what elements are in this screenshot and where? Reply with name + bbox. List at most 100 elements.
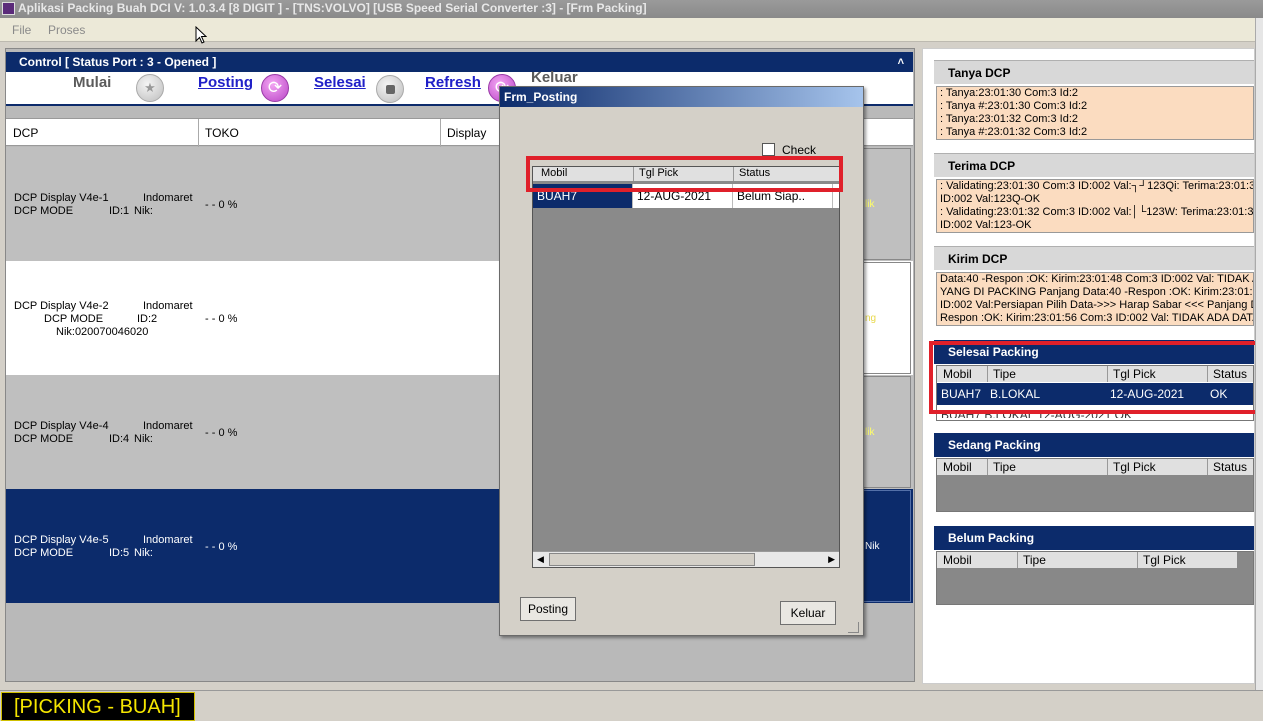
col-separator — [1207, 459, 1208, 475]
col-tipe: Tipe — [993, 460, 1016, 474]
col-separator — [1107, 459, 1108, 475]
dcp-right-text: lik — [865, 199, 875, 210]
dcp-nik: Nik: — [134, 433, 153, 445]
app-icon — [2, 2, 15, 15]
tanya-header: Tanya DCP — [934, 60, 1254, 84]
check-checkbox[interactable] — [762, 143, 775, 156]
grid-header: Mobil Tipe Tgl Pick — [937, 552, 1237, 568]
menu-file[interactable]: File — [12, 23, 31, 37]
log-line: : Tanya #:23:01:32 Com:3 Id:2 — [940, 126, 1088, 138]
sedang-packing-header: Sedang Packing — [934, 433, 1254, 457]
scroll-left-icon[interactable]: ◀ — [537, 554, 544, 565]
collapse-icon[interactable]: ˄ — [898, 52, 904, 72]
mouse-cursor-icon — [195, 26, 207, 44]
dcp-store: Indomaret — [143, 534, 193, 546]
stop-icon[interactable] — [376, 75, 404, 103]
dcp-display-cell: ng — [863, 262, 911, 374]
log-line: ID:002 Val:123Q-OK — [940, 193, 1041, 205]
col-tgl-pick: Tgl Pick — [1143, 553, 1186, 567]
dcp-progress: - - 0 % — [205, 313, 238, 325]
star-icon[interactable]: ★ — [136, 74, 164, 102]
control-header: Control [ Status Port : 3 - Opened ] ˄ — [6, 52, 913, 72]
dcp-right-text: ng — [865, 313, 877, 324]
dcp-progress: - - 0 % — [205, 541, 238, 553]
window-title-bar: Aplikasi Packing Buah DCI V: 1.0.3.4 [8 … — [0, 0, 1263, 18]
col-separator — [1137, 552, 1138, 568]
resize-grip-icon[interactable] — [848, 622, 859, 633]
kirim-log: Data:40 -Respon :OK: Kirim:23:01:48 Com:… — [936, 272, 1254, 326]
dcp-right-text: Nik — [865, 541, 880, 552]
col-separator — [440, 119, 441, 147]
log-line: : Tanya #:23:01:30 Com:3 Id:2 — [940, 100, 1088, 112]
belum-packing-grid: Mobil Tipe Tgl Pick — [936, 551, 1254, 605]
dcp-right-text: lik — [865, 427, 875, 438]
scroll-right-icon[interactable]: ▶ — [828, 554, 835, 565]
dcp-store: Indomaret — [143, 192, 193, 204]
log-line: : Validating:23:01:32 Com:3 ID:002 Val:│… — [940, 206, 1254, 218]
dcp-store: Indomaret — [143, 300, 193, 312]
dcp-name: DCP Display V4e-4 — [14, 420, 109, 432]
keluar-button[interactable]: Keluar — [531, 69, 578, 86]
dcp-mode: DCP MODE — [14, 205, 74, 217]
mulai-button[interactable]: Mulai — [73, 74, 111, 91]
log-line: YANG DI PACKING Panjang Data:40 -Respon … — [940, 286, 1254, 298]
dcp-mode: DCP MODE — [14, 547, 74, 559]
window-title: Aplikasi Packing Buah DCI V: 1.0.3.4 [8 … — [18, 1, 647, 15]
keluar-dialog-button[interactable]: Keluar — [780, 601, 836, 625]
dcp-mode: DCP MODE — [44, 313, 104, 325]
sedang-packing-grid: Mobil Tipe Tgl Pick Status — [936, 458, 1254, 512]
dcp-progress: - - 0 % — [205, 427, 238, 439]
log-line: : Tanya:23:01:32 Com:3 Id:2 — [940, 113, 1078, 125]
col-separator — [987, 459, 988, 475]
col-tipe: Tipe — [1023, 553, 1046, 567]
frm-posting-dialog: Frm_Posting Check Mobil Tgl Pick Status … — [499, 86, 864, 636]
status-bar: [PICKING - BUAH] — [0, 690, 1263, 721]
highlight-posting-row — [526, 156, 843, 192]
dcp-nik: Nik:020070046020 — [56, 326, 149, 338]
col-status: Status — [1213, 460, 1248, 474]
terima-log: : Validating:23:01:30 Com:3 ID:002 Val:┐… — [936, 179, 1254, 233]
kirim-header: Kirim DCP — [934, 246, 1254, 270]
dcp-display-cell: Nik — [863, 490, 911, 602]
log-line: : Tanya:23:01:30 Com:3 Id:2 — [940, 87, 1078, 99]
highlight-selesai-packing — [929, 341, 1262, 414]
dcp-name: DCP Display V4e-2 — [14, 300, 109, 312]
refresh-button[interactable]: Refresh — [425, 74, 481, 91]
col-mobil: Mobil — [943, 553, 972, 567]
dcp-display-cell: lik — [863, 148, 911, 260]
dcp-name: DCP Display V4e-1 — [14, 192, 109, 204]
dialog-title[interactable]: Frm_Posting — [500, 87, 863, 107]
control-status-title: Control [ Status Port : 3 - Opened ] — [19, 55, 217, 69]
window-scrollbar[interactable] — [1255, 18, 1263, 690]
col-separator — [198, 119, 199, 147]
posting-button[interactable]: Posting — [198, 74, 253, 91]
log-line: Data:40 -Respon :OK: Kirim:23:01:48 Com:… — [940, 273, 1254, 285]
dcp-id: ID:4 — [109, 433, 130, 445]
log-line: Respon :OK: Kirim:23:01:56 Com:3 ID:002 … — [940, 312, 1254, 324]
dcp-id: ID:2 — [137, 313, 158, 325]
dcp-name: DCP Display V4e-5 — [14, 534, 109, 546]
dcp-mode: DCP MODE — [14, 433, 74, 445]
refresh-posting-icon[interactable]: ⟳ — [261, 74, 289, 102]
log-line: ID:002 Val:123-OK — [940, 219, 1032, 231]
grid-header: Mobil Tipe Tgl Pick Status — [937, 459, 1253, 475]
horizontal-scrollbar[interactable]: ◀ ▶ — [533, 551, 839, 567]
menu-proses[interactable]: Proses — [48, 23, 85, 37]
posting-grid: Mobil Tgl Pick Status BUAH7 12-AUG-2021 … — [532, 166, 840, 568]
dcp-nik: Nik: — [134, 205, 153, 217]
menu-bar: File Proses — [0, 18, 1263, 42]
posting-dialog-button[interactable]: Posting — [520, 597, 576, 621]
col-mobil: Mobil — [943, 460, 972, 474]
col-dcp: DCP — [13, 126, 39, 140]
col-separator — [1017, 552, 1018, 568]
dcp-progress: - - 0 % — [205, 199, 238, 211]
dcp-store: Indomaret — [143, 420, 193, 432]
dialog-body: Check Mobil Tgl Pick Status BUAH7 12-AUG… — [502, 107, 861, 635]
col-display: Display — [447, 126, 487, 140]
selesai-button[interactable]: Selesai — [314, 74, 366, 91]
tanya-log: : Tanya:23:01:30 Com:3 Id:2 : Tanya #:23… — [936, 86, 1254, 140]
scroll-thumb[interactable] — [549, 553, 755, 566]
log-line: ID:002 Val:Persiapan Pilih Data->>> Hara… — [940, 299, 1254, 311]
dcp-id: ID:1 — [109, 205, 130, 217]
terima-header: Terima DCP — [934, 153, 1254, 177]
